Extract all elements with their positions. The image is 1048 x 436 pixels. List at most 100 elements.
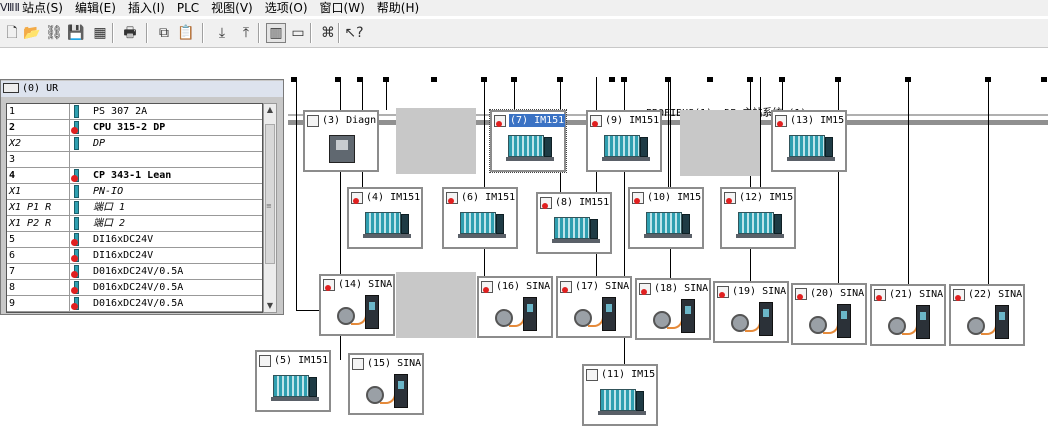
menu-help[interactable]: 帮助(H) xyxy=(377,0,419,16)
module-icon xyxy=(71,249,83,262)
rack-slot-row[interactable]: X1 PN-IO xyxy=(7,184,262,200)
bus-connector xyxy=(707,77,713,82)
dp-slave-22[interactable]: (22) SINA xyxy=(949,284,1025,346)
dp-slave-8[interactable]: (8) IM151 xyxy=(536,192,612,254)
copy-icon[interactable]: ⧉ xyxy=(154,23,174,43)
new-icon[interactable]: 🗋 xyxy=(2,23,22,43)
bus-wire xyxy=(296,77,297,310)
dp-slave-4[interactable]: (4) IM151 xyxy=(347,187,423,249)
rack-scrollbar[interactable]: ▲ ≡ ▼ xyxy=(263,103,277,313)
dp-slave-5[interactable]: (5) IM151 xyxy=(255,350,331,412)
slave-error-icon xyxy=(446,192,458,204)
help-icon[interactable]: ↖? xyxy=(344,23,364,43)
rack-slot-row[interactable]: X2 DP xyxy=(7,136,262,152)
download-icon[interactable]: ⤓ xyxy=(212,23,232,43)
dp-slave-16[interactable]: (16) SINA xyxy=(477,276,553,338)
toolbar: 🗋 📂 ⛓ 💾 ▦ 🖶 ⧉ 📋 ⤓ ⤒ ▥ ▭ ⌘ ↖? xyxy=(0,18,1048,48)
dp-slave-11[interactable]: (11) IM15 xyxy=(582,364,658,426)
error-icon xyxy=(71,271,78,278)
io-module-icon xyxy=(552,213,600,249)
dp-slave-6[interactable]: (6) IM151 xyxy=(442,187,518,249)
rack-slot-row[interactable]: 1 PS 307 2A xyxy=(7,104,262,120)
menu-options[interactable]: 选项(O) xyxy=(265,0,308,16)
device-part xyxy=(602,297,616,331)
scroll-up-icon[interactable]: ▲ xyxy=(264,104,276,116)
catalog-icon[interactable]: ▥ xyxy=(266,23,286,43)
slot-number: 5 xyxy=(9,234,16,245)
slave-error-icon xyxy=(775,115,787,127)
dp-slave-14[interactable]: (14) SINA xyxy=(319,274,395,336)
device-part xyxy=(738,212,774,234)
drop-placeholder xyxy=(396,272,476,338)
dp-slave-7[interactable]: (7) IM151 xyxy=(489,109,567,173)
rack-slot-row[interactable]: 5 DI16xDC24V xyxy=(7,232,262,248)
slot-number: 7 xyxy=(9,266,16,277)
menu-insert[interactable]: 插入(I) xyxy=(128,0,165,16)
rack-slot-row[interactable]: 4 CP 343-1 Lean xyxy=(7,168,262,184)
dp-slave-18[interactable]: (18) SINA xyxy=(635,278,711,340)
diagnostic-device-icon xyxy=(319,131,367,167)
rack-slot-row[interactable]: 3 xyxy=(7,152,262,168)
menu-station[interactable]: 站点(S) xyxy=(22,0,63,16)
rack-title[interactable]: (0) UR xyxy=(1,81,283,97)
device-part xyxy=(774,214,782,234)
module-name: DP xyxy=(93,138,106,149)
device-part xyxy=(363,234,411,238)
slave-label: (13) IM15 xyxy=(790,115,845,126)
properties-icon[interactable]: ▭ xyxy=(288,23,308,43)
device-part xyxy=(590,219,598,239)
drive-motor-icon xyxy=(886,305,934,341)
menu-plc[interactable]: PLC xyxy=(177,0,199,16)
rack-slot-row[interactable]: 8 D016xDC24V/0.5A xyxy=(7,280,262,296)
dp-slave-3[interactable]: (3) Diagn xyxy=(303,110,379,172)
dp-slave-12[interactable]: (12) IM15 xyxy=(720,187,796,249)
toolbar-separator xyxy=(338,23,340,43)
slave-label: (7) IM151 xyxy=(509,114,566,127)
dp-slave-10[interactable]: (10) IM15 xyxy=(628,187,704,249)
menu-window[interactable]: 窗口(W) xyxy=(320,0,365,16)
device-part xyxy=(458,234,506,238)
slave-label: (9) IM151 xyxy=(605,115,660,126)
menu-edit[interactable]: 编辑(E) xyxy=(75,0,116,16)
scroll-thumb[interactable] xyxy=(265,124,275,264)
dp-slave-17[interactable]: (17) SINA xyxy=(556,276,632,338)
dp-slave-20[interactable]: (20) SINA xyxy=(791,283,867,345)
rack-ur-panel[interactable]: (0) UR 1 PS 307 2A 2 CPU 315-2 DP X2 DP 3 4 CP 3… xyxy=(0,79,284,315)
menu-view[interactable]: 视图(V) xyxy=(211,0,253,16)
dp-slave-19[interactable]: (19) SINA xyxy=(713,281,789,343)
paste-icon[interactable]: 📋 xyxy=(176,23,196,43)
dp-slave-13[interactable]: (13) IM15 xyxy=(771,110,847,172)
rack-slot-row[interactable]: 6 DI16xDC24V xyxy=(7,248,262,264)
save-icon[interactable]: 💾 xyxy=(66,23,86,43)
rack-slot-row[interactable]: 9 D016xDC24V/0.5A xyxy=(7,296,262,312)
rack-slot-table: 1 PS 307 2A 2 CPU 315-2 DP X2 DP 3 4 CP 343-1 Le… xyxy=(6,103,263,313)
slave-error-icon xyxy=(717,286,729,298)
menu-bar: ⅧⅡ 站点(S) 编辑(E) 插入(I) PLC 视图(V) 选项(O) 窗口(W) 帮助(H… xyxy=(0,0,1048,16)
print-icon[interactable]: 🖶 xyxy=(120,23,140,43)
compile-icon[interactable]: ▦ xyxy=(90,23,110,43)
simatic-icon[interactable]: ⅧⅡ xyxy=(0,1,20,15)
open-icon[interactable]: 📂 xyxy=(22,23,42,43)
dp-slave-21[interactable]: (21) SINA xyxy=(870,284,946,346)
module-icon xyxy=(71,105,83,118)
scroll-down-icon[interactable]: ▼ xyxy=(264,300,276,312)
device-part xyxy=(644,234,692,238)
network-icon[interactable]: ⛓ xyxy=(44,23,64,43)
upload-icon[interactable]: ⤒ xyxy=(236,23,256,43)
dp-slave-9[interactable]: (9) IM151 xyxy=(586,110,662,172)
device-part xyxy=(460,212,496,234)
slot-number: X1 P2 R xyxy=(9,218,52,229)
slave-label: (16) SINA xyxy=(496,281,551,292)
dp-slave-15[interactable]: (15) SINA xyxy=(348,353,424,415)
device-part xyxy=(554,217,590,239)
rack-slot-row[interactable]: X1 P2 R 端口 2 xyxy=(7,216,262,232)
bus-wire xyxy=(670,77,671,280)
bus-wire xyxy=(514,77,515,112)
toolbar-separator xyxy=(146,23,148,43)
module-name: DI16xDC24V xyxy=(93,250,154,261)
menu-items: 站点(S) 编辑(E) 插入(I) PLC 视图(V) 选项(O) 窗口(W) 帮助(H) xyxy=(22,0,431,16)
rack-slot-row[interactable]: X1 P1 R 端口 1 xyxy=(7,200,262,216)
rack-slot-row[interactable]: 7 D016xDC24V/0.5A xyxy=(7,264,262,280)
rack-slot-row[interactable]: 2 CPU 315-2 DP xyxy=(7,120,262,136)
netpro-icon[interactable]: ⌘ xyxy=(318,23,338,43)
